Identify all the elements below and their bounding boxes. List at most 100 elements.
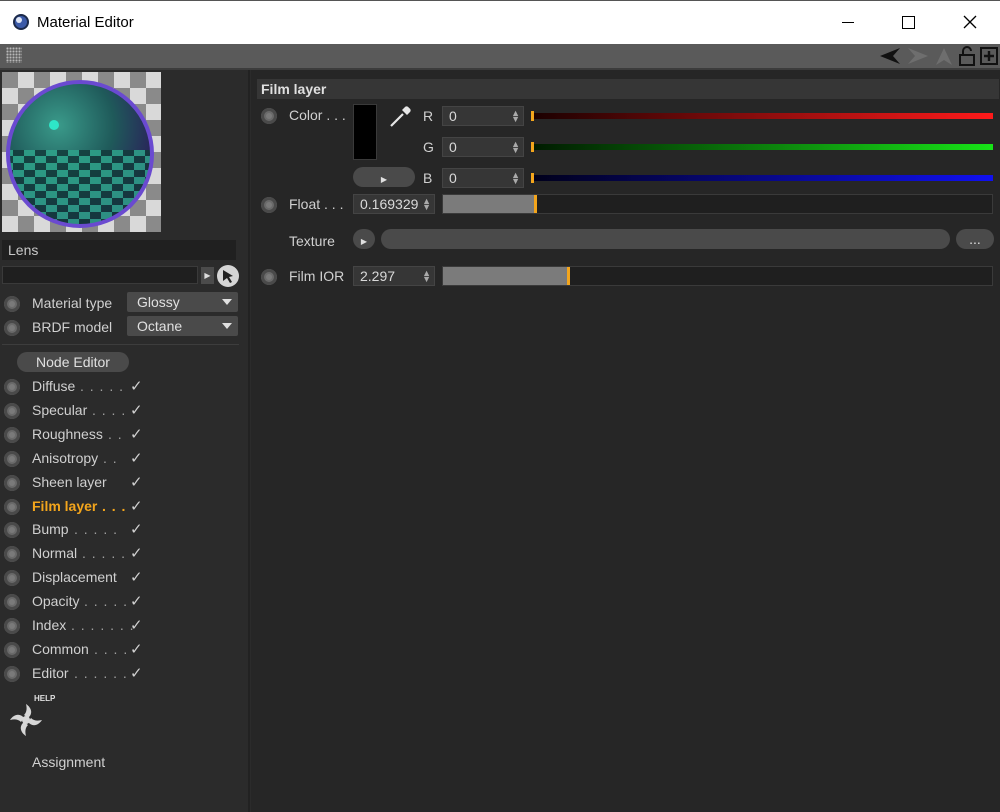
- material-type-value: Glossy: [137, 294, 180, 310]
- channel-enabled-checkmark[interactable]: ✓: [130, 568, 143, 586]
- g-slider[interactable]: [531, 144, 993, 150]
- channel-enabled-checkmark[interactable]: ✓: [130, 425, 143, 443]
- channel-enabled-checkmark[interactable]: ✓: [130, 520, 143, 538]
- channel-radio[interactable]: [4, 379, 20, 395]
- channel-radio[interactable]: [4, 522, 20, 538]
- brdf-model-dropdown[interactable]: Octane: [127, 316, 238, 336]
- channel-name: Diffuse: [32, 378, 76, 394]
- channel-radio[interactable]: [4, 618, 20, 634]
- channel-item[interactable]: Index. . . . . . . ✓: [0, 615, 245, 637]
- channel-item[interactable]: Film layer. . . ✓: [0, 496, 245, 518]
- channel-enabled-checkmark[interactable]: ✓: [130, 401, 143, 419]
- lock-icon[interactable]: [958, 46, 976, 66]
- channel-item[interactable]: Anisotropy . . ✓: [0, 448, 245, 470]
- g-slider-handle[interactable]: [531, 142, 534, 152]
- channel-item[interactable]: Specular. . . . ✓: [0, 400, 245, 422]
- channel-radio[interactable]: [4, 451, 20, 467]
- color-expand-button[interactable]: ▶: [353, 167, 415, 187]
- b-slider-handle[interactable]: [531, 173, 534, 183]
- minimize-button[interactable]: [833, 9, 863, 35]
- float-slider[interactable]: [442, 194, 993, 214]
- maximize-button[interactable]: [893, 9, 923, 35]
- channel-radio[interactable]: [4, 642, 20, 658]
- film-ior-slider[interactable]: [442, 266, 993, 286]
- channel-radio[interactable]: [4, 570, 20, 586]
- channel-leader-dots: . . . .: [94, 641, 129, 657]
- channel-name: Film layer: [32, 498, 98, 514]
- film-ior-input[interactable]: 2.297 ▲ ▼: [353, 266, 435, 286]
- texture-slot[interactable]: [381, 229, 950, 249]
- float-slider-fill: [443, 195, 536, 213]
- channel-enabled-checkmark[interactable]: ✓: [130, 377, 143, 395]
- panel-divider[interactable]: [248, 70, 250, 812]
- new-panel-icon[interactable]: [980, 46, 998, 66]
- channel-radio[interactable]: [4, 427, 20, 443]
- channel-item[interactable]: Diffuse. . . . . ✓: [0, 376, 245, 398]
- material-type-dropdown[interactable]: Glossy: [127, 292, 238, 312]
- channel-radio[interactable]: [4, 499, 20, 515]
- help-button[interactable]: HELP: [6, 694, 62, 742]
- spinner-arrows-icon[interactable]: ▲ ▼: [511, 140, 520, 155]
- channel-enabled-checkmark[interactable]: ✓: [130, 616, 143, 634]
- spinner-arrows-icon[interactable]: ▲ ▼: [422, 269, 431, 284]
- channel-item[interactable]: Opacity. . . . . ✓: [0, 591, 245, 613]
- channel-item[interactable]: Displacement ✓: [0, 567, 245, 589]
- channel-item[interactable]: Roughness . . ✓: [0, 424, 245, 446]
- channel-enabled-checkmark[interactable]: ✓: [130, 544, 143, 562]
- channel-item[interactable]: Normal. . . . . ✓: [0, 543, 245, 565]
- expand-button[interactable]: ▶: [201, 267, 214, 284]
- panel-grip-icon[interactable]: [6, 47, 22, 63]
- texture-browse-button[interactable]: ...: [956, 229, 994, 249]
- material-search-input[interactable]: [2, 266, 198, 284]
- film-ior-slider-fill: [443, 267, 569, 285]
- close-button[interactable]: [955, 9, 985, 35]
- channel-radio[interactable]: [4, 475, 20, 491]
- color-swatch[interactable]: [353, 104, 377, 160]
- r-slider-handle[interactable]: [531, 111, 534, 121]
- channel-item[interactable]: Bump . . . . . ✓: [0, 519, 245, 541]
- spinner-arrows-icon[interactable]: ▲ ▼: [511, 109, 520, 124]
- texture-expand-button[interactable]: ▶: [353, 229, 375, 249]
- r-value-input[interactable]: 0 ▲ ▼: [442, 106, 524, 126]
- channel-enabled-checkmark[interactable]: ✓: [130, 592, 143, 610]
- float-radio[interactable]: [261, 197, 277, 213]
- float-value-input[interactable]: 0.169329 ▲ ▼: [353, 194, 435, 214]
- b-channel-label: B: [423, 170, 433, 186]
- eyedropper-icon[interactable]: [387, 104, 413, 130]
- channel-item[interactable]: Editor . . . . . . ✓: [0, 663, 245, 685]
- channel-enabled-checkmark[interactable]: ✓: [130, 497, 143, 515]
- brdf-model-radio[interactable]: [4, 320, 20, 336]
- b-value-input[interactable]: 0 ▲ ▼: [442, 168, 524, 188]
- back-arrow-icon[interactable]: [878, 46, 902, 66]
- close-icon: [963, 15, 977, 29]
- channel-radio[interactable]: [4, 403, 20, 419]
- spinner-arrows-icon[interactable]: ▲ ▼: [422, 197, 431, 212]
- pick-object-button[interactable]: [217, 265, 239, 287]
- channel-enabled-checkmark[interactable]: ✓: [130, 473, 143, 491]
- node-editor-button[interactable]: Node Editor: [17, 352, 129, 372]
- channel-leader-dots: . . .: [102, 498, 127, 514]
- b-slider[interactable]: [531, 175, 993, 181]
- channel-enabled-checkmark[interactable]: ✓: [130, 664, 143, 682]
- film-ior-slider-handle[interactable]: [567, 267, 570, 285]
- channel-enabled-checkmark[interactable]: ✓: [130, 640, 143, 658]
- forward-arrow-icon[interactable]: [906, 46, 930, 66]
- channel-enabled-checkmark[interactable]: ✓: [130, 449, 143, 467]
- up-arrow-icon[interactable]: [934, 46, 954, 66]
- channel-radio[interactable]: [4, 546, 20, 562]
- material-preview[interactable]: [2, 72, 161, 232]
- channel-radio[interactable]: [4, 594, 20, 610]
- material-type-radio[interactable]: [4, 296, 20, 312]
- film-ior-radio[interactable]: [261, 269, 277, 285]
- channel-item[interactable]: Sheen layer ✓: [0, 472, 245, 494]
- material-name-field[interactable]: Lens: [2, 240, 236, 260]
- play-icon: ▶: [204, 271, 211, 280]
- color-radio[interactable]: [261, 108, 277, 124]
- float-slider-handle[interactable]: [534, 195, 537, 213]
- g-value-input[interactable]: 0 ▲ ▼: [442, 137, 524, 157]
- spinner-arrows-icon[interactable]: ▲ ▼: [511, 171, 520, 186]
- assignment-tab[interactable]: Assignment: [32, 754, 105, 770]
- channel-item[interactable]: Common . . . . ✓: [0, 639, 245, 661]
- r-slider[interactable]: [531, 113, 993, 119]
- channel-radio[interactable]: [4, 666, 20, 682]
